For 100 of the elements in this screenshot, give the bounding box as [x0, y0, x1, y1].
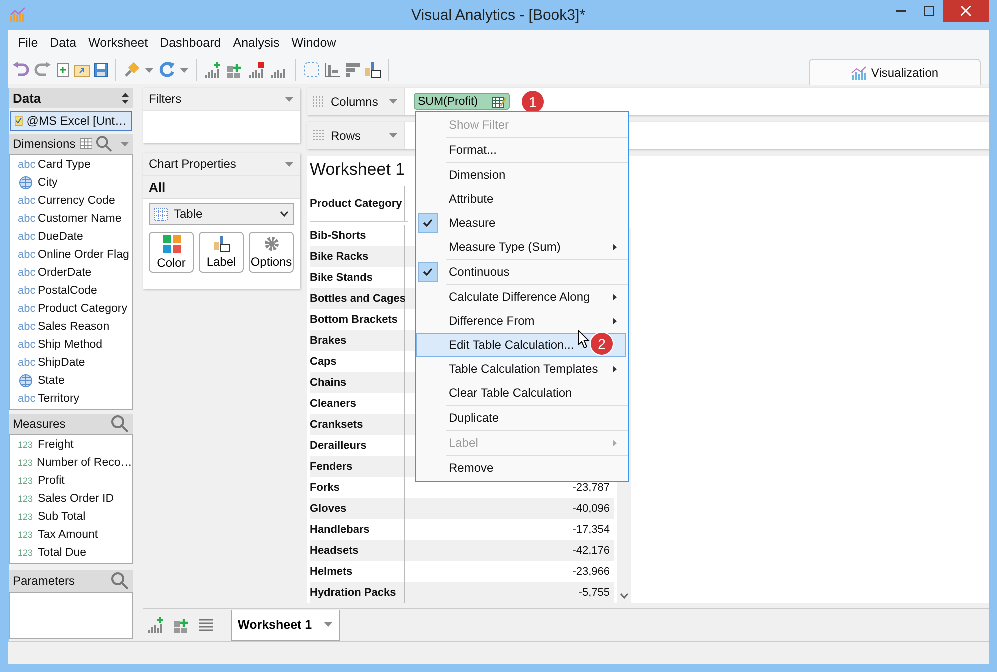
rows-icon [313, 130, 325, 142]
list-icon[interactable] [199, 619, 213, 631]
add-grid-icon[interactable] [173, 616, 191, 634]
connect-icon[interactable] [123, 61, 141, 79]
table-cell-text: -23,966 [572, 566, 611, 578]
menu-item[interactable]: Remove [416, 456, 626, 480]
field-item[interactable]: Sales Order ID [38, 493, 114, 505]
chevron-down-icon[interactable] [620, 593, 628, 599]
refresh-icon[interactable] [158, 61, 176, 79]
table-icon [154, 208, 168, 220]
field-item[interactable]: Customer Name [38, 213, 122, 225]
field-item[interactable]: Profit [38, 475, 65, 487]
menu-item[interactable]: Data [44, 36, 83, 50]
field-item[interactable]: Total Due [38, 547, 87, 559]
menu-item[interactable]: Worksheet [82, 36, 154, 50]
sort-ascending-icon[interactable] [325, 62, 341, 78]
menu-item[interactable]: Window [286, 36, 342, 50]
type-label: 123 [18, 440, 34, 450]
dropdown-caret-icon[interactable] [389, 133, 398, 138]
field-item[interactable]: OrderDate [38, 267, 92, 279]
undo-icon[interactable] [12, 62, 30, 78]
field-pill[interactable]: SUM(Profit) [414, 93, 510, 110]
field-item[interactable]: ShipDate [38, 357, 86, 369]
color-button[interactable]: Color [149, 232, 194, 273]
field-item[interactable]: Sub Total [38, 511, 86, 523]
data-source-item[interactable]: @MS Excel [Unt… [10, 111, 132, 131]
minimize-icon [896, 10, 906, 12]
section-title: All [143, 176, 300, 199]
redo-icon[interactable] [34, 62, 52, 78]
add-grid-icon[interactable] [226, 61, 244, 79]
add-chart-icon[interactable] [204, 61, 222, 79]
field-item[interactable]: Card Type [38, 159, 91, 171]
remove-chart-icon[interactable] [248, 61, 266, 79]
type-label: abc [18, 231, 34, 243]
menu-item[interactable]: Clear Table Calculation [416, 381, 626, 405]
menu-item[interactable]: Measure [416, 211, 626, 235]
menu-item[interactable]: Edit Table Calculation... 2 [416, 333, 626, 357]
sort-icon[interactable] [122, 92, 129, 104]
field-item[interactable]: Sales Reason [38, 321, 110, 333]
dropdown-caret-icon[interactable] [120, 142, 129, 146]
dropdown-caret-icon[interactable] [285, 162, 294, 166]
label-chart-icon[interactable] [365, 62, 381, 78]
table-icon[interactable] [80, 138, 92, 150]
selection-icon[interactable] [303, 61, 321, 79]
field-item[interactable]: Product Category [38, 303, 128, 315]
field-item[interactable]: Number of Reco… [37, 457, 132, 469]
menu-item[interactable]: Duplicate [416, 406, 626, 430]
new-document-icon[interactable] [56, 62, 70, 78]
globe-icon [19, 176, 33, 190]
menu-item[interactable]: Continuous [416, 260, 626, 284]
field-item[interactable]: Tax Amount [38, 529, 98, 541]
table-cell-text: -5,755 [578, 586, 611, 598]
dropdown-caret-icon[interactable] [389, 99, 398, 104]
field-item[interactable]: DueDate [38, 231, 84, 243]
options-button[interactable]: Options [249, 232, 294, 273]
shelf-label: Rows [331, 128, 362, 142]
type-label: abc [18, 159, 34, 171]
field-item[interactable]: Currency Code [38, 195, 116, 207]
label-button[interactable]: Label [199, 232, 244, 273]
dropdown-caret-icon[interactable] [180, 68, 189, 72]
field-item[interactable]: State [38, 375, 65, 387]
close-button[interactable] [943, 0, 989, 22]
visualization-tab[interactable]: Visualization [809, 59, 981, 85]
menu-item[interactable]: Attribute [416, 187, 626, 211]
menu-item[interactable]: Difference From [416, 309, 626, 333]
menu-item[interactable]: Dashboard [154, 36, 228, 50]
field-item[interactable]: Online Order Flag [38, 249, 130, 261]
field-item[interactable]: City [38, 177, 58, 189]
menu-item[interactable]: Table Calculation Templates [416, 357, 626, 381]
menu-item[interactable]: Calculate Difference Along [416, 285, 626, 309]
field-item[interactable]: Territory [38, 393, 80, 405]
menu-item[interactable]: File [12, 36, 44, 50]
search-icon[interactable] [111, 572, 129, 590]
field-item[interactable]: Ship Method [38, 339, 103, 351]
submenu-arrow-icon [613, 366, 617, 373]
save-icon[interactable] [94, 63, 108, 77]
type-label: 123 [18, 512, 34, 522]
table-cell-text: -23,787 [572, 482, 611, 494]
dropdown-caret-icon[interactable] [285, 96, 294, 102]
dropdown-caret-icon[interactable] [145, 68, 154, 72]
type-label: abc [18, 213, 34, 225]
menu-item[interactable]: Measure Type (Sum) [416, 235, 626, 259]
menu-item[interactable]: Format... [416, 138, 626, 162]
table-cell: Hydration Packs [310, 582, 405, 603]
dropdown-caret-icon[interactable] [324, 622, 334, 627]
type-label: abc [18, 195, 34, 207]
sheet-tab[interactable]: Worksheet 1 [231, 610, 340, 640]
menu-item[interactable]: Dimension [416, 163, 626, 187]
field-item[interactable]: PostalCode [38, 285, 98, 297]
columns-icon [313, 96, 325, 108]
type-label: abc [18, 339, 34, 351]
menu-item[interactable]: Analysis [227, 36, 286, 50]
search-icon[interactable] [111, 415, 129, 433]
chart-type-dropdown[interactable]: Table [149, 203, 294, 225]
search-icon[interactable] [96, 135, 113, 153]
table-cell: Bike Racks [310, 246, 405, 267]
add-chart-icon[interactable] [147, 616, 165, 634]
type-label: abc [18, 285, 34, 297]
field-item[interactable]: Freight [38, 439, 74, 451]
folder-icon[interactable] [74, 63, 90, 77]
